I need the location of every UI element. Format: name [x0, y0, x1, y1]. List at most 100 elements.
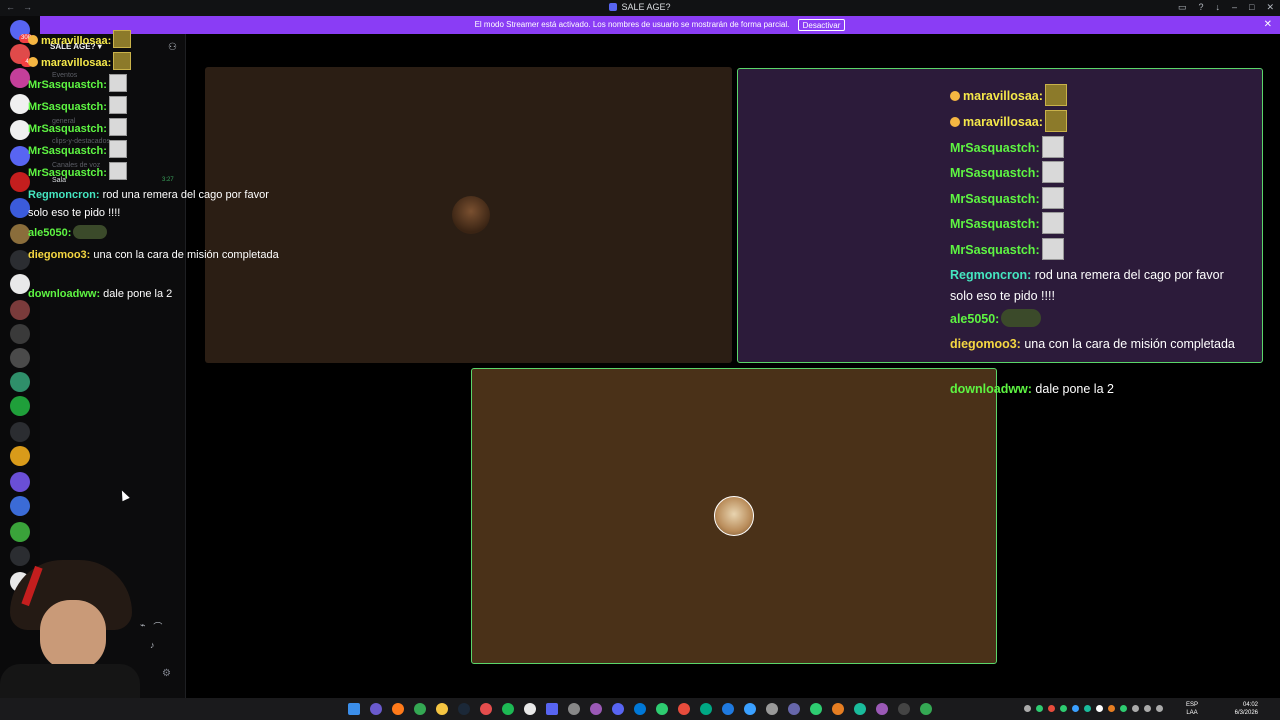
file-explorer-icon[interactable]: [436, 703, 448, 715]
app-icon[interactable]: [656, 703, 668, 715]
server-icon[interactable]: [10, 396, 30, 416]
tray-icon[interactable]: [1060, 705, 1067, 712]
app-icon[interactable]: [832, 703, 844, 715]
tray-icon[interactable]: [1132, 705, 1139, 712]
smile-icon: [28, 35, 38, 45]
window-title: SALE AGE?: [0, 2, 1280, 12]
tray-icon[interactable]: [1108, 705, 1115, 712]
close-icon[interactable]: ✕: [1264, 16, 1272, 34]
deactivate-button[interactable]: Desactivar: [797, 18, 846, 31]
app-icon[interactable]: [722, 703, 734, 715]
app-icon[interactable]: [810, 703, 822, 715]
voice-controls: ⌁ ⌒: [140, 620, 162, 633]
server-icon[interactable]: [10, 94, 30, 114]
server-icon[interactable]: [10, 348, 30, 368]
chrome-icon[interactable]: [920, 703, 932, 715]
chrome-icon[interactable]: [414, 703, 426, 715]
tray-icon[interactable]: [1048, 705, 1055, 712]
search-icon[interactable]: [370, 703, 382, 715]
chat-message: Regmoncron: rod una remera del cago por …: [950, 268, 1224, 303]
app-icon[interactable]: [788, 703, 800, 715]
app-icon[interactable]: [854, 703, 866, 715]
tray-icon[interactable]: [1144, 705, 1151, 712]
smile-icon: [950, 91, 960, 101]
tray-icon[interactable]: [1072, 705, 1079, 712]
server-icon[interactable]: [10, 274, 30, 294]
emote-icon: [113, 52, 132, 70]
emote-icon: [108, 74, 127, 92]
streamer-mode-banner: El modo Streamer está activado. Los nomb…: [40, 16, 1280, 34]
discord-icon[interactable]: [546, 703, 558, 715]
app-icon[interactable]: [744, 703, 756, 715]
close-window-icon[interactable]: ✕: [1266, 2, 1274, 13]
webcam-face: [40, 600, 106, 670]
server-icon[interactable]: [10, 146, 30, 166]
app-icon[interactable]: [876, 703, 888, 715]
participant-avatar-1: [452, 196, 490, 234]
emote-icon: [1044, 84, 1067, 106]
language-indicator[interactable]: ESP LAA: [1186, 701, 1198, 717]
add-member-icon[interactable]: ⚇: [168, 42, 177, 53]
tray-icon[interactable]: [1120, 705, 1127, 712]
chat-message: MrSasquastch:: [28, 74, 127, 94]
clock[interactable]: 04:02 6/3/2026: [1235, 701, 1258, 717]
chat-message: maravillosaa:: [28, 30, 132, 50]
tray-icon[interactable]: [1084, 705, 1091, 712]
browser-icon[interactable]: [480, 703, 492, 715]
emote-icon: [1041, 161, 1064, 183]
tray-icon[interactable]: [1036, 705, 1043, 712]
emote-icon: [1041, 212, 1064, 234]
edge-icon[interactable]: [634, 703, 646, 715]
emote-icon: [1001, 309, 1042, 327]
server-icon[interactable]: 4: [10, 44, 33, 67]
app-icon[interactable]: [766, 703, 778, 715]
server-icon[interactable]: [10, 120, 30, 140]
noise-suppression-icon[interactable]: ⌁: [140, 620, 145, 633]
server-icon[interactable]: 308: [10, 20, 33, 43]
firefox-icon[interactable]: [392, 703, 404, 715]
tray-icon[interactable]: [1156, 705, 1163, 712]
minimize-icon[interactable]: –: [1232, 2, 1237, 13]
start-icon[interactable]: [348, 703, 360, 715]
server-icon[interactable]: [10, 250, 30, 270]
server-icon[interactable]: [10, 496, 30, 516]
app-icon[interactable]: [700, 703, 712, 715]
tray-icon[interactable]: [1096, 705, 1103, 712]
vscode-icon[interactable]: [612, 703, 624, 715]
help-icon[interactable]: ?: [1198, 2, 1203, 13]
steam-icon[interactable]: [458, 703, 470, 715]
maximize-icon[interactable]: □: [1249, 2, 1254, 13]
server-icon[interactable]: [10, 324, 30, 344]
server-icon[interactable]: [10, 372, 30, 392]
banner-text: El modo Streamer está activado. Los nomb…: [474, 20, 790, 29]
app-icon[interactable]: [678, 703, 690, 715]
server-icon[interactable]: [10, 172, 30, 192]
obs-icon[interactable]: [524, 703, 536, 715]
taskbar: ESP LAA 04:02 6/3/2026: [0, 698, 1280, 720]
terminal-icon[interactable]: [898, 703, 910, 715]
server-icon[interactable]: [10, 472, 30, 492]
app-icon[interactable]: [590, 703, 602, 715]
download-icon[interactable]: ↓: [1216, 2, 1221, 13]
server-icon[interactable]: [10, 446, 30, 466]
files-icon[interactable]: [568, 703, 580, 715]
server-icon[interactable]: [10, 422, 30, 442]
server-icon: [609, 3, 618, 11]
smile-icon: [950, 117, 960, 127]
disconnect-icon[interactable]: ⌒: [153, 620, 162, 633]
settings-gear-icon[interactable]: ⚙: [162, 668, 171, 679]
server-icon[interactable]: [10, 198, 30, 218]
inbox-icon[interactable]: ▭: [1178, 2, 1187, 13]
server-icon[interactable]: [10, 522, 30, 542]
server-icon[interactable]: [10, 224, 30, 244]
voice-timer: 3:27: [162, 177, 174, 183]
server-icon[interactable]: [10, 68, 30, 88]
chat-message: downloadww: dale pone la 2: [28, 288, 173, 300]
emote-icon: [113, 30, 132, 48]
server-icon[interactable]: [10, 300, 30, 320]
app-icon[interactable]: [502, 703, 514, 715]
chat-message: maravillosaa:: [28, 52, 132, 72]
tray-icon[interactable]: [1024, 705, 1031, 712]
chat-message: MrSasquastch:: [950, 161, 1064, 184]
soundboard-icon[interactable]: ♪: [150, 640, 155, 650]
